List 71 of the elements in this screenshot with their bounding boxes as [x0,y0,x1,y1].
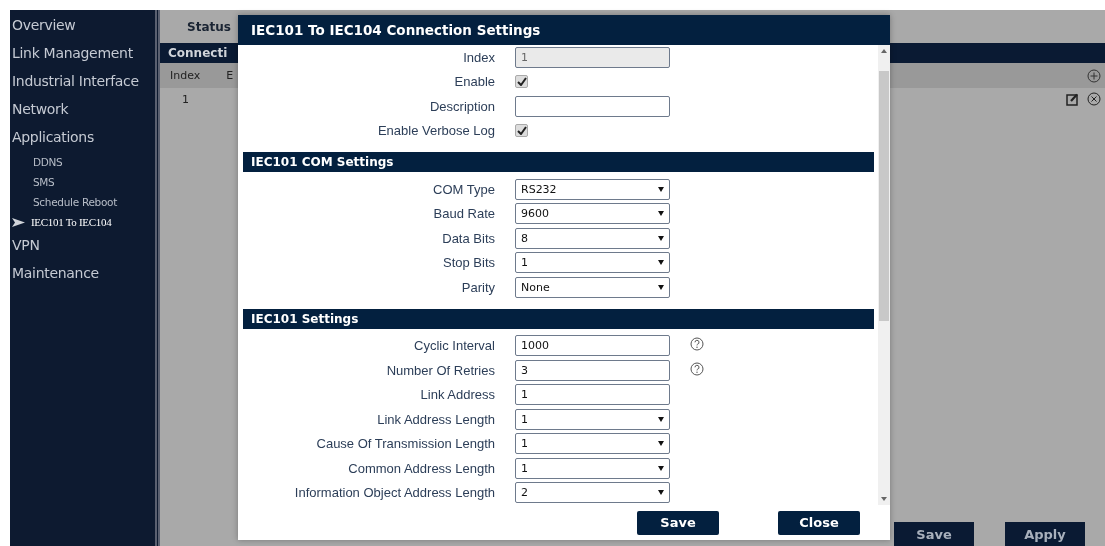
checkbox[interactable] [515,75,528,89]
section-header: IEC101 Settings [243,308,874,329]
caret-icon [658,211,664,217]
dropdown[interactable]: 9600 [515,203,670,225]
table-cell: 1 [182,92,189,106]
edit-icon[interactable] [1066,92,1079,106]
dropdown[interactable]: RS232 [515,178,670,200]
page-button[interactable]: Save [894,522,974,546]
tab[interactable]: Status [187,19,231,34]
field-label: Index [462,49,495,65]
text-field[interactable]: 1 [515,384,670,406]
checkbox[interactable] [515,124,528,138]
field-label: COM Type [432,181,495,197]
nav-item[interactable]: Overview [10,12,155,40]
section-header: IEC101 COM Settings [243,152,874,172]
dropdown[interactable]: 1 [515,433,670,455]
caret-icon [658,465,664,471]
nav-subitem[interactable]: Schedule Reboot [10,192,155,212]
field-label: Parity [460,279,495,295]
scroll-down-icon[interactable] [881,497,887,501]
field-label: Link Address Length [376,411,495,427]
nav-item[interactable]: Network [10,96,155,124]
caret-icon [658,235,664,241]
field-label: Number Of Retries [385,362,495,378]
page-button[interactable]: Apply [1005,522,1085,546]
arrow-icon [12,217,25,227]
nav-item[interactable]: Maintenance [10,260,155,288]
text-field[interactable]: 1000 [515,335,670,357]
caret-icon [658,416,664,422]
nav-subitem[interactable]: SMS [10,172,155,192]
text-field[interactable]: 3 [515,359,670,381]
text-field[interactable] [515,95,670,117]
column-header: E [226,69,234,82]
field-label: Cause Of Transmission Length [315,436,495,452]
field-label: Cyclic Interval [413,338,495,354]
delete-icon[interactable] [1087,92,1101,106]
dropdown[interactable]: 2 [515,482,670,504]
dialog-button[interactable]: Close [778,510,860,535]
column-header: Index [170,69,201,82]
caret-icon [658,284,664,290]
dropdown[interactable]: None [515,276,670,298]
field-label: Enable [453,74,495,90]
nav-item[interactable]: Applications [10,124,155,152]
add-icon[interactable] [1087,68,1101,83]
help-icon[interactable] [690,361,704,376]
nav-item[interactable]: Link Management [10,40,155,68]
dialog-title: IEC101 To IEC104 Connection Settings [238,15,890,45]
nav-subitem[interactable]: DDNS [10,152,155,172]
nav-item[interactable]: VPN [10,232,155,260]
dropdown[interactable]: 1 [515,252,670,274]
scroll-up-icon[interactable] [881,49,887,53]
dropdown[interactable]: 8 [515,227,670,249]
field-label: Link Address [419,387,495,403]
field-label: Enable Verbose Log [376,123,495,139]
field-label: Common Address Length [347,460,495,476]
caret-icon [658,186,664,192]
dropdown[interactable]: 1 [515,408,670,430]
nav-subitem[interactable]: IEC101 To IEC104 [10,212,155,232]
field-label: Stop Bits [441,255,495,271]
caret-icon [658,490,664,496]
scrollbar[interactable] [878,45,890,505]
field-label: Description [428,98,495,114]
caret-icon [658,260,664,266]
dialog-button[interactable]: Save [637,510,719,535]
nav-item[interactable]: Industrial Interface [10,68,155,96]
caret-icon [658,441,664,447]
field-label: Information Object Address Length [293,485,495,501]
dropdown[interactable]: 1 [515,457,670,479]
field-label: Data Bits [441,230,495,246]
field-label: Baud Rate [432,206,495,222]
help-icon[interactable] [690,337,704,352]
